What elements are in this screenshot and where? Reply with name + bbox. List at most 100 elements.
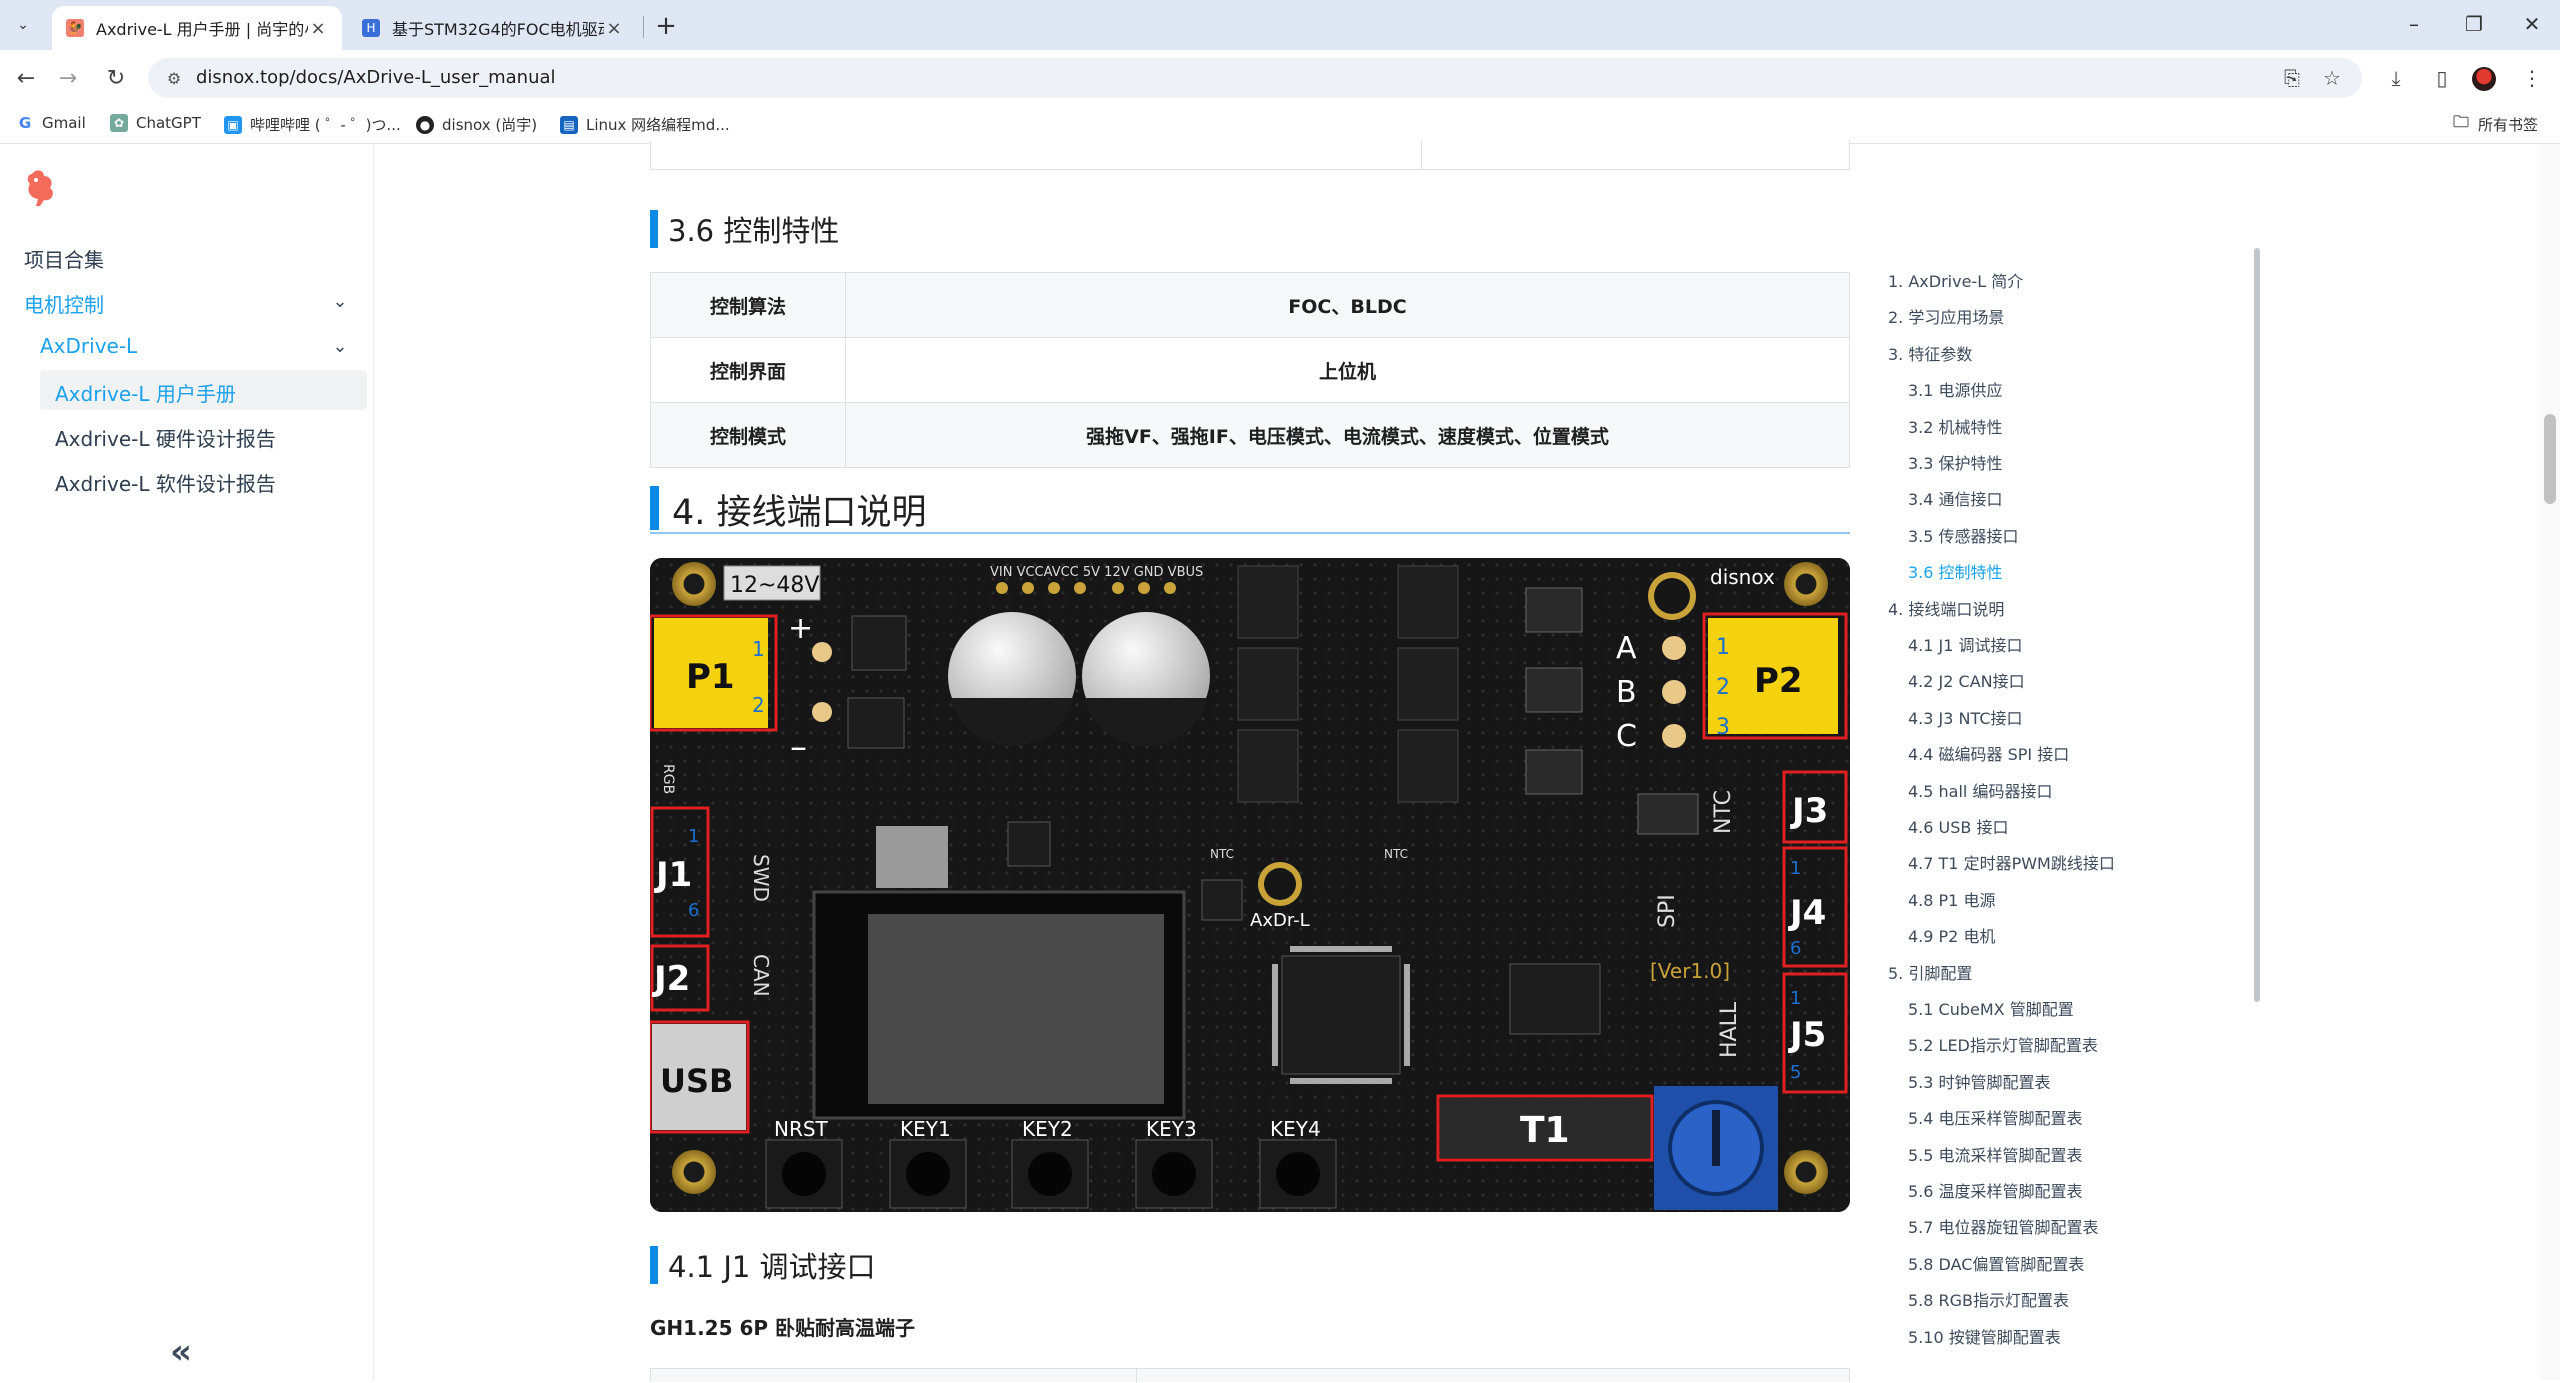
toc-item[interactable]: 5.4 电压采样管脚配置表 [1908,1105,2083,1129]
svg-text:NRST: NRST [774,1117,829,1141]
restore-icon[interactable]: ❐ [2454,8,2494,40]
svg-text:KEY1: KEY1 [900,1117,951,1141]
toc-item[interactable]: 3.2 机械特性 [1908,414,2003,438]
docs-sidebar: 项目合集 电机控制 ⌄ AxDrive-L ⌄ Axdrive-L 用户手册 A… [0,144,374,1380]
toc-item[interactable]: 3.4 通信接口 [1908,486,2003,510]
download-icon[interactable]: ⤓ [2380,62,2412,94]
toc-item[interactable]: 3. 特征参数 [1888,341,1972,365]
all-bookmarks[interactable]: 🗀 所有书签 [2452,112,2538,135]
url-text[interactable]: disnox.top/docs/AxDrive-L_user_manual [196,67,556,88]
toc-item[interactable]: 3.3 保护特性 [1908,450,2003,474]
toc-item[interactable]: 4. 接线端口说明 [1888,596,2004,620]
page-scrollbar-thumb[interactable] [2544,414,2556,504]
tab-inactive[interactable]: H 基于STM32G4的FOC电机驱动 × [348,6,638,50]
sidebar-item-projects[interactable]: 项目合集 [24,244,104,273]
site-logo-chicken-icon[interactable] [22,168,58,208]
toc-item[interactable]: 5.6 温度采样管脚配置表 [1908,1178,2083,1202]
bookmark-bilibili[interactable]: ▣ 哔哩哔哩 ( ゜- ゜)つ... [224,114,401,135]
bookmark-linux[interactable]: ▤ Linux 网络编程md... [560,114,730,135]
svg-text:1: 1 [688,826,699,847]
table-cell-key: 控制模式 [650,402,846,468]
reload-icon[interactable]: ↻ [100,62,132,94]
svg-text:P2: P2 [1754,661,1803,701]
browser-toolbar: ← → ↻ ⚙ disnox.top/docs/AxDrive-L_user_m… [0,50,2560,106]
new-tab-plus-icon[interactable]: + [650,10,682,42]
toc-item[interactable]: 4.8 P1 电源 [1908,887,1995,911]
sidebar-collapse-button[interactable]: « [170,1332,192,1372]
toc-item[interactable]: 5.8 RGB指示灯配置表 [1908,1287,2069,1311]
toc-item[interactable]: 5.8 DAC偏置管脚配置表 [1908,1251,2084,1275]
svg-text:C: C [1616,719,1637,754]
toc-item[interactable]: 1. AxDrive-L 简介 [1888,268,2023,292]
svg-text:disnox: disnox [1710,565,1775,589]
tab-close-icon[interactable]: × [308,18,328,39]
toc-item[interactable]: 5.3 时钟管脚配置表 [1908,1069,2051,1093]
toc-item[interactable]: 4.7 T1 定时器PWM跳线接口 [1908,850,2115,874]
bookmark-chatgpt[interactable]: ✿ ChatGPT [110,114,201,132]
toc-item[interactable]: 4.5 hall 编码器接口 [1908,778,2052,802]
table-cell-value: 强拖VF、强拖IF、电压模式、电流模式、速度模式、位置模式 [845,402,1850,468]
bookmark-github[interactable]: ● disnox (尚宇) [416,114,537,135]
tab-search-chevron-icon[interactable]: ⌄ [10,12,36,38]
toc-item[interactable]: 5.10 按键管脚配置表 [1908,1324,2061,1348]
tab-strip: ⌄ 🐓 Axdrive-L 用户手册 | 尚宇的小 × H 基于STM32G4的… [0,0,2560,50]
tab-title: Axdrive-L 用户手册 | 尚宇的小 [96,20,308,39]
toc-item[interactable]: 2. 学习应用场景 [1888,304,2004,328]
svg-text:KEY4: KEY4 [1270,1117,1321,1141]
toc-item[interactable]: 5.5 电流采样管脚配置表 [1908,1142,2083,1166]
toc-item[interactable]: 5. 引脚配置 [1888,960,1972,984]
sidebar-item-hardware-report[interactable]: Axdrive-L 硬件设计报告 [55,423,276,452]
minimize-icon[interactable]: – [2394,8,2434,40]
bookmark-label: 哔哩哔哩 ( ゜- ゜)つ... [250,116,401,134]
svg-text:6: 6 [688,900,699,921]
bookmarks-bar: G Gmail ✿ ChatGPT ▣ 哔哩哔哩 ( ゜- ゜)つ... ● d… [0,106,2560,144]
svg-text:2: 2 [1716,675,1730,700]
table-cell-value: 上位机 [845,337,1850,403]
page-scrollbar-track[interactable] [2540,144,2560,1380]
github-icon: ● [416,115,434,134]
bookmark-star-icon[interactable]: ☆ [2318,64,2346,92]
svg-text:RGB: RGB [660,764,676,794]
sidebar-item-user-manual[interactable]: Axdrive-L 用户手册 [55,378,236,407]
sidebar-item-motor-control[interactable]: 电机控制 [24,289,104,318]
tab-close-icon[interactable]: × [604,18,624,39]
toc-item[interactable]: 4.6 USB 接口 [1908,814,2008,838]
forward-arrow-icon[interactable]: → [52,62,84,94]
site-info-icon[interactable]: ⚙ [162,66,186,90]
folder-icon: 🗀 [2452,112,2469,131]
sidebar-item-software-report[interactable]: Axdrive-L 软件设计报告 [55,468,276,497]
svg-text:1: 1 [1790,988,1801,1009]
toc-scrollbar-thumb[interactable] [2254,248,2260,1002]
toc-item[interactable]: 4.1 J1 调试接口 [1908,632,2023,656]
window-close-icon[interactable]: ✕ [2512,8,2552,40]
toc-item[interactable]: 5.7 电位器旋钮管脚配置表 [1908,1214,2099,1238]
toc-item[interactable]: 4.9 P2 电机 [1908,923,1995,947]
table-row: 控制模式 强拖VF、强拖IF、电压模式、电流模式、速度模式、位置模式 [650,402,1850,468]
toc-item[interactable]: 4.4 磁编码器 SPI 接口 [1908,741,2069,765]
svg-text:B: B [1616,675,1637,710]
sidebar-item-axdrive-l[interactable]: AxDrive-L [40,334,137,358]
bookmark-gmail[interactable]: G Gmail [16,114,86,132]
table-cell-key: 控制界面 [650,337,846,403]
toc-item[interactable]: 5.1 CubeMX 管脚配置 [1908,996,2074,1020]
svg-text:J4: J4 [1788,893,1826,933]
svg-text:[Ver1.0]: [Ver1.0] [1650,959,1730,983]
chevron-down-icon[interactable]: ⌄ [328,334,352,358]
toc-item[interactable]: 3.5 传感器接口 [1908,523,2019,547]
toc-item[interactable]: 3.1 电源供应 [1908,377,2003,401]
tab-active[interactable]: 🐓 Axdrive-L 用户手册 | 尚宇的小 × [52,6,342,50]
toc-item[interactable]: 3.6 控制特性 [1908,559,2003,583]
svg-text:NTC: NTC [1711,790,1736,834]
kebab-menu-icon[interactable]: ⋮ [2516,62,2548,94]
back-arrow-icon[interactable]: ← [10,62,42,94]
toc-item[interactable]: 4.2 J2 CAN接口 [1908,668,2025,692]
side-panel-icon[interactable]: ▯ [2426,62,2458,94]
svg-text:CAN: CAN [749,954,773,997]
profile-avatar[interactable] [2472,67,2496,91]
svg-text:5: 5 [1790,1062,1801,1083]
chevron-down-icon[interactable]: ⌄ [328,289,352,313]
toc-item[interactable]: 4.3 J3 NTC接口 [1908,705,2023,729]
address-bar[interactable]: ⚙ disnox.top/docs/AxDrive-L_user_manual … [148,58,2362,98]
toc-item[interactable]: 5.2 LED指示灯管脚配置表 [1908,1032,2098,1056]
install-app-icon[interactable]: ⎘ [2278,64,2306,92]
